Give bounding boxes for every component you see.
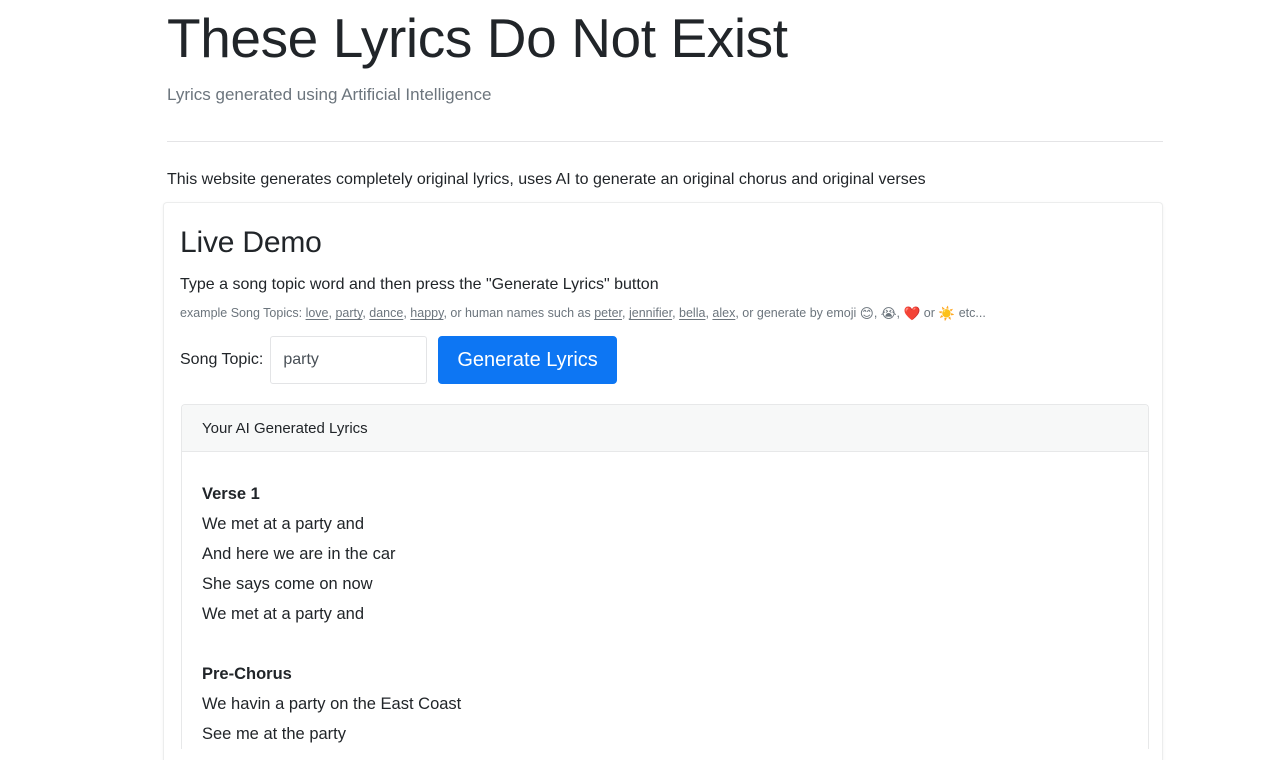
page-title: These Lyrics Do Not Exist	[167, 8, 1163, 69]
smiling-face-icon[interactable]: 😊	[860, 306, 874, 322]
crying-face-icon[interactable]: 😭	[881, 306, 897, 322]
generated-lyrics-panel: Your AI Generated Lyrics Verse 1 We met …	[181, 404, 1149, 749]
live-demo-card: Live Demo Type a song topic word and the…	[163, 202, 1163, 760]
lyrics-section: Pre-Chorus We havin a party on the East …	[202, 659, 1128, 749]
generated-lyrics-body: Verse 1 We met at a party and And here w…	[182, 452, 1148, 749]
example-name-link-jennifier[interactable]: jennifier	[629, 306, 672, 320]
red-heart-icon[interactable]: ❤️	[904, 306, 921, 322]
lyrics-section-heading: Verse 1	[202, 479, 1128, 509]
lyrics-line: We met at a party and	[202, 599, 1128, 629]
page-subtitle: Lyrics generated using Artificial Intell…	[167, 85, 1163, 105]
lyrics-line: And here we are in the car	[202, 539, 1128, 569]
lyrics-line: We havin a party on the East Coast	[202, 689, 1128, 719]
example-topics-line: example Song Topics: love, party, dance,…	[180, 304, 1146, 324]
generate-lyrics-button[interactable]: Generate Lyrics	[438, 336, 616, 384]
examples-middle-label: , or human names such as	[443, 306, 590, 320]
live-demo-title: Live Demo	[180, 225, 1146, 261]
example-topic-link-party[interactable]: party	[335, 306, 362, 320]
site-header: These Lyrics Do Not Exist Lyrics generat…	[167, 8, 1163, 105]
lyrics-line: We met at a party and	[202, 509, 1128, 539]
example-name-link-alex[interactable]: alex	[712, 306, 735, 320]
example-topic-link-dance[interactable]: dance	[369, 306, 403, 320]
intro-paragraph: This website generates completely origin…	[167, 168, 1163, 192]
lyrics-section-heading: Pre-Chorus	[202, 659, 1128, 689]
song-topic-label: Song Topic:	[180, 352, 263, 368]
examples-prefix-label: example Song Topics:	[180, 306, 302, 320]
song-topic-input[interactable]	[270, 336, 427, 384]
examples-emoji-prefix-label: , or generate by emoji	[735, 306, 856, 320]
header-divider	[167, 141, 1163, 142]
page-root: These Lyrics Do Not Exist Lyrics generat…	[0, 0, 1270, 760]
live-demo-instruction: Type a song topic word and then press th…	[180, 274, 1146, 296]
song-topic-form: Song Topic: Generate Lyrics	[180, 336, 1146, 384]
example-name-link-bella[interactable]: bella	[679, 306, 705, 320]
examples-suffix-label: etc...	[959, 306, 986, 320]
generated-lyrics-panel-header: Your AI Generated Lyrics	[182, 405, 1148, 452]
example-name-link-peter[interactable]: peter	[594, 306, 622, 320]
sun-icon[interactable]: ☀️	[938, 306, 955, 322]
lyrics-section: Verse 1 We met at a party and And here w…	[202, 479, 1128, 629]
example-topic-link-happy[interactable]: happy	[410, 306, 443, 320]
lyrics-line: She says come on now	[202, 569, 1128, 599]
example-topic-link-love[interactable]: love	[306, 306, 329, 320]
lyrics-line: See me at the party	[202, 719, 1128, 749]
live-demo-card-body: Live Demo Type a song topic word and the…	[164, 203, 1162, 749]
examples-or-label: or	[924, 306, 935, 320]
